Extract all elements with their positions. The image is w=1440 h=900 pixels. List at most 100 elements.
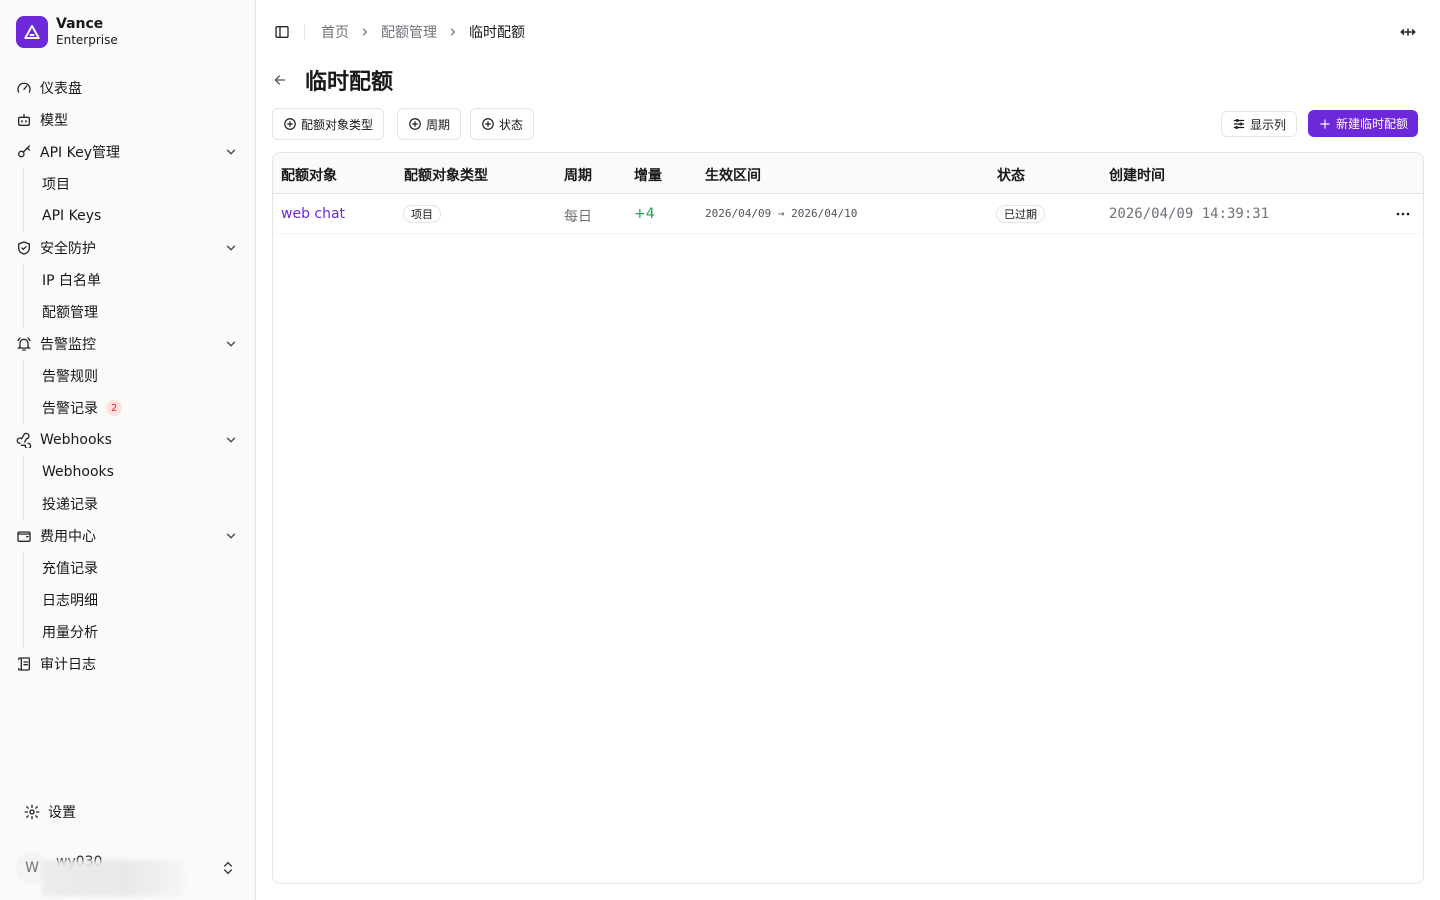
column-header-target[interactable]: 配额对象 — [281, 165, 337, 185]
apikey-submenu: 项目 API Keys — [23, 168, 248, 232]
column-header-created-at[interactable]: 创建时间 — [1109, 165, 1165, 185]
plus-icon — [1318, 117, 1332, 131]
gear-icon — [24, 804, 40, 820]
column-header-period[interactable]: 周期 — [564, 165, 592, 185]
sidebar-item-security[interactable]: 安全防护 — [8, 232, 248, 264]
sidebar-item-label: 告警监控 — [40, 337, 96, 353]
table-header: 配额对象 配额对象类型 周期 增量 生效区间 状态 创建时间 — [273, 153, 1423, 194]
sidebar-item-label: 费用中心 — [40, 529, 96, 545]
sidebar-item-models[interactable]: 模型 — [8, 104, 248, 136]
bell-icon — [16, 336, 32, 352]
sidebar-item-quota-mgmt[interactable]: 配额管理 — [34, 296, 248, 328]
page-title: 临时配额 — [305, 70, 394, 95]
quota-target-link[interactable]: web chat — [281, 206, 345, 222]
sidebar-item-alerts[interactable]: 告警监控 — [8, 328, 248, 360]
sidebar-item-billing[interactable]: 费用中心 — [8, 520, 248, 552]
sidebar-item-label: API Key管理 — [40, 145, 120, 161]
filter-status-button[interactable]: 状态 — [470, 108, 535, 140]
user-menu[interactable]: W wy030 — [16, 852, 242, 896]
chevron-down-icon[interactable] — [224, 337, 238, 351]
bot-icon — [16, 112, 32, 128]
shield-icon — [16, 240, 32, 256]
status-badge: 已过期 — [996, 205, 1045, 223]
webhooks-submenu: Webhooks 投递记录 — [23, 456, 248, 520]
chevrons-up-down-icon — [220, 860, 236, 876]
plus-circle-icon — [481, 117, 495, 131]
sidebar-item-projects[interactable]: 项目 — [34, 168, 248, 200]
sidebar-nav: 仪表盘 模型 API Key管理 项目 API Keys 安全防护 IP 白名单… — [8, 72, 248, 680]
sidebar-item-audit[interactable]: 审计日志 — [8, 648, 248, 680]
chevron-down-icon[interactable] — [224, 529, 238, 543]
sidebar-item-apikey-mgmt[interactable]: API Key管理 — [8, 136, 248, 168]
new-temp-quota-label: 新建临时配额 — [1336, 117, 1409, 131]
topbar: 首页 配额管理 临时配额 — [256, 0, 1440, 64]
created-at-cell: 2026/04/09 14:39:31 — [1109, 206, 1270, 222]
breadcrumb-home[interactable]: 首页 — [321, 22, 349, 42]
filter-period-button[interactable]: 周期 — [397, 108, 462, 140]
sidebar-item-alert-records[interactable]: 告警记录 2 — [34, 392, 248, 424]
column-header-effective-range[interactable]: 生效区间 — [705, 165, 761, 185]
column-header-target-type[interactable]: 配额对象类型 — [404, 165, 488, 185]
brand[interactable]: Vance Enterprise — [16, 16, 118, 48]
column-header-increment[interactable]: 增量 — [634, 165, 662, 185]
display-columns-label: 显示列 — [1250, 117, 1287, 132]
security-submenu: IP 白名单 配额管理 — [23, 264, 248, 328]
sidebar-item-log-details[interactable]: 日志明细 — [34, 584, 248, 616]
table-row[interactable]: web chat 项目 每日 +4 2026/04/09 → 2026/04/1… — [273, 194, 1423, 234]
sidebar-item-dashboard[interactable]: 仪表盘 — [8, 72, 248, 104]
brand-subtitle: Enterprise — [56, 33, 118, 47]
user-info-redaction — [42, 860, 184, 896]
sidebar-item-label: 告警记录 — [42, 401, 98, 417]
chevron-right-icon — [359, 26, 371, 38]
effective-range-cell: 2026/04/09 → 2026/04/10 — [705, 207, 858, 220]
display-columns-button[interactable]: 显示列 — [1221, 111, 1298, 137]
target-type-badge: 项目 — [403, 205, 441, 223]
column-header-status[interactable]: 状态 — [997, 165, 1025, 185]
sidebar-item-label: 审计日志 — [40, 657, 96, 673]
scroll-icon — [16, 656, 32, 672]
sidebar-item-label: Webhooks — [40, 432, 112, 448]
filter-label: 配额对象类型 — [301, 117, 374, 132]
sidebar-item-usage-analysis[interactable]: 用量分析 — [34, 616, 248, 648]
sliders-icon — [1232, 117, 1246, 131]
sidebar-item-recharge-records[interactable]: 充值记录 — [34, 552, 248, 584]
period-cell: 每日 — [564, 209, 592, 225]
billing-submenu: 充值记录 日志明细 用量分析 — [23, 552, 248, 648]
sidebar-item-webhooks[interactable]: Webhooks — [8, 424, 248, 456]
breadcrumb-current: 临时配额 — [469, 25, 525, 41]
plus-circle-icon — [408, 117, 422, 131]
filter-target-type-button[interactable]: 配额对象类型 — [272, 108, 385, 140]
move-horizontal-icon[interactable] — [1398, 22, 1418, 42]
sidebar-item-label: 安全防护 — [40, 241, 96, 257]
alerts-submenu: 告警规则 告警记录 2 — [23, 360, 248, 424]
sidebar-item-label: 仪表盘 — [40, 81, 82, 97]
more-actions-icon[interactable] — [1393, 206, 1413, 222]
sidebar-item-settings[interactable]: 设置 — [16, 796, 84, 828]
page-header: 临时配额 — [272, 64, 393, 96]
key-icon — [16, 144, 32, 160]
sidebar-item-label: 模型 — [40, 113, 68, 129]
brand-name: Vance — [56, 16, 104, 32]
quota-table: 配额对象 配额对象类型 周期 增量 生效区间 状态 创建时间 web chat … — [272, 152, 1424, 884]
sidebar-item-api-keys[interactable]: API Keys — [34, 200, 248, 232]
sidebar-item-alert-rules[interactable]: 告警规则 — [34, 360, 248, 392]
chevron-down-icon[interactable] — [224, 433, 238, 447]
sidebar-toggle-icon[interactable] — [272, 22, 292, 42]
breadcrumb: 首页 配额管理 临时配额 — [321, 22, 525, 42]
chevron-down-icon[interactable] — [224, 145, 238, 159]
sidebar: Vance Enterprise 仪表盘 模型 API Key管理 项目 API… — [0, 0, 256, 900]
brand-logo-icon — [16, 16, 48, 48]
divider — [304, 24, 305, 40]
filter-label: 周期 — [426, 117, 451, 132]
webhook-icon — [16, 432, 32, 448]
wallet-icon — [16, 528, 32, 544]
sidebar-item-ip-whitelist[interactable]: IP 白名单 — [34, 264, 248, 296]
chevron-right-icon — [447, 26, 459, 38]
arrow-left-icon[interactable] — [272, 72, 288, 88]
breadcrumb-quota-mgmt[interactable]: 配额管理 — [381, 22, 437, 42]
sidebar-item-delivery-records[interactable]: 投递记录 — [34, 488, 248, 520]
sidebar-item-webhooks-list[interactable]: Webhooks — [34, 456, 248, 488]
new-temp-quota-button[interactable]: 新建临时配额 — [1308, 110, 1419, 137]
settings-label: 设置 — [48, 805, 76, 821]
chevron-down-icon[interactable] — [224, 241, 238, 255]
